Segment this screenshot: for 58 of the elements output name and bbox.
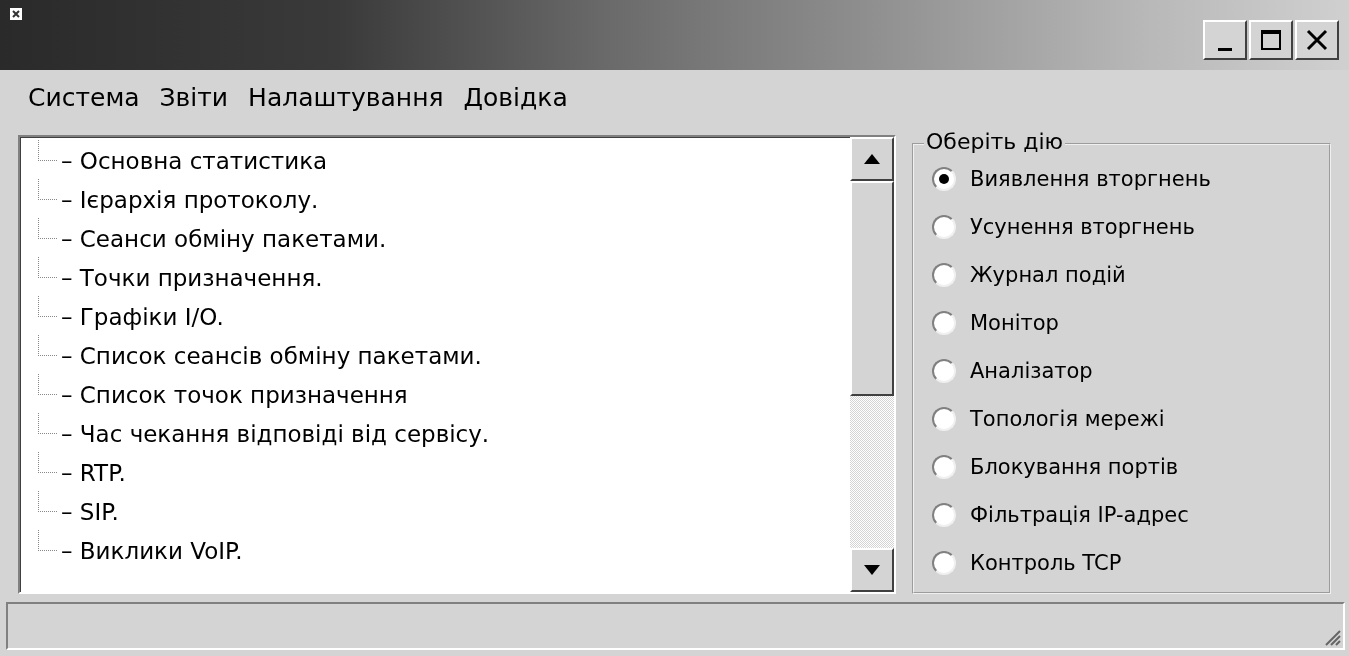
radio-button[interactable] xyxy=(932,167,956,191)
radio-option[interactable]: Фільтрація IP-адрес xyxy=(932,491,1319,539)
tree-connector xyxy=(38,140,57,161)
down-arrow-icon xyxy=(864,565,880,575)
tree-connector xyxy=(38,257,57,278)
radio-option[interactable]: Монітор xyxy=(932,299,1319,347)
radio-button[interactable] xyxy=(932,359,956,383)
tree-connector xyxy=(38,296,57,317)
minimize-button[interactable] xyxy=(1203,20,1247,60)
menu-item[interactable]: Довідка xyxy=(463,83,568,112)
radio-button[interactable] xyxy=(932,215,956,239)
menu-item[interactable]: Звіти xyxy=(159,83,229,112)
radio-option[interactable]: Блокування портів xyxy=(932,443,1319,491)
menu-item[interactable]: Система xyxy=(28,83,140,112)
maximize-button[interactable] xyxy=(1249,20,1293,60)
app-icon[interactable] xyxy=(10,8,22,20)
radio-button[interactable] xyxy=(932,263,956,287)
tree-item[interactable]: – Список сеансів обміну пакетами. xyxy=(57,342,482,369)
radio-button[interactable] xyxy=(932,407,956,431)
close-icon xyxy=(1305,28,1329,52)
tree-item[interactable]: – Ієрархія протоколу. xyxy=(57,186,319,213)
tree-connector xyxy=(38,374,57,395)
scroll-down-button[interactable] xyxy=(850,548,894,592)
menu-item[interactable]: Налаштування xyxy=(248,83,444,112)
radio-option[interactable]: Усунення вторгнень xyxy=(932,203,1319,251)
scroll-up-button[interactable] xyxy=(850,137,894,181)
tree-item[interactable]: – Сеанси обміну пакетами. xyxy=(57,225,387,252)
tree-connector xyxy=(38,530,57,551)
up-arrow-icon xyxy=(864,154,880,164)
scrollbar[interactable] xyxy=(850,137,894,592)
tree-item[interactable]: – Список точок призначення xyxy=(57,381,408,408)
tree-item[interactable]: – Точки призначення. xyxy=(57,264,323,291)
radio-option[interactable]: Топологія мережі xyxy=(932,395,1319,443)
tree-item[interactable]: – Час чекання відповіді від сервісу. xyxy=(57,420,490,447)
tree-connector xyxy=(38,335,57,356)
radio-button[interactable] xyxy=(932,455,956,479)
radio-option[interactable]: Журнал подій xyxy=(932,251,1319,299)
tree-item[interactable]: – Основна статистика xyxy=(57,147,328,174)
tree-connector xyxy=(38,413,57,434)
tree-item[interactable]: – RTP. xyxy=(57,459,126,486)
tree-connector xyxy=(38,179,57,200)
scroll-thumb[interactable] xyxy=(850,181,894,396)
minimize-icon xyxy=(1218,47,1232,51)
radio-option[interactable]: Контроль TCP xyxy=(932,539,1319,587)
radio-button[interactable] xyxy=(932,503,956,527)
radio-option[interactable]: Виявлення вторгнень xyxy=(932,155,1319,203)
tree-connector xyxy=(38,491,57,512)
tree-item[interactable]: – Виклики VoIP. xyxy=(57,537,243,564)
radio-option[interactable]: Аналізатор xyxy=(932,347,1319,395)
tree-connector xyxy=(38,452,57,473)
tree-item[interactable]: – Графіки I/O. xyxy=(57,303,224,330)
maximize-icon xyxy=(1259,28,1283,52)
group-title: Оберіть дію xyxy=(924,129,1066,154)
close-button[interactable] xyxy=(1295,20,1339,60)
radio-button[interactable] xyxy=(932,311,956,335)
tree-connector xyxy=(38,218,57,239)
tree-item[interactable]: – SIP. xyxy=(57,498,119,525)
radio-button[interactable] xyxy=(932,551,956,575)
